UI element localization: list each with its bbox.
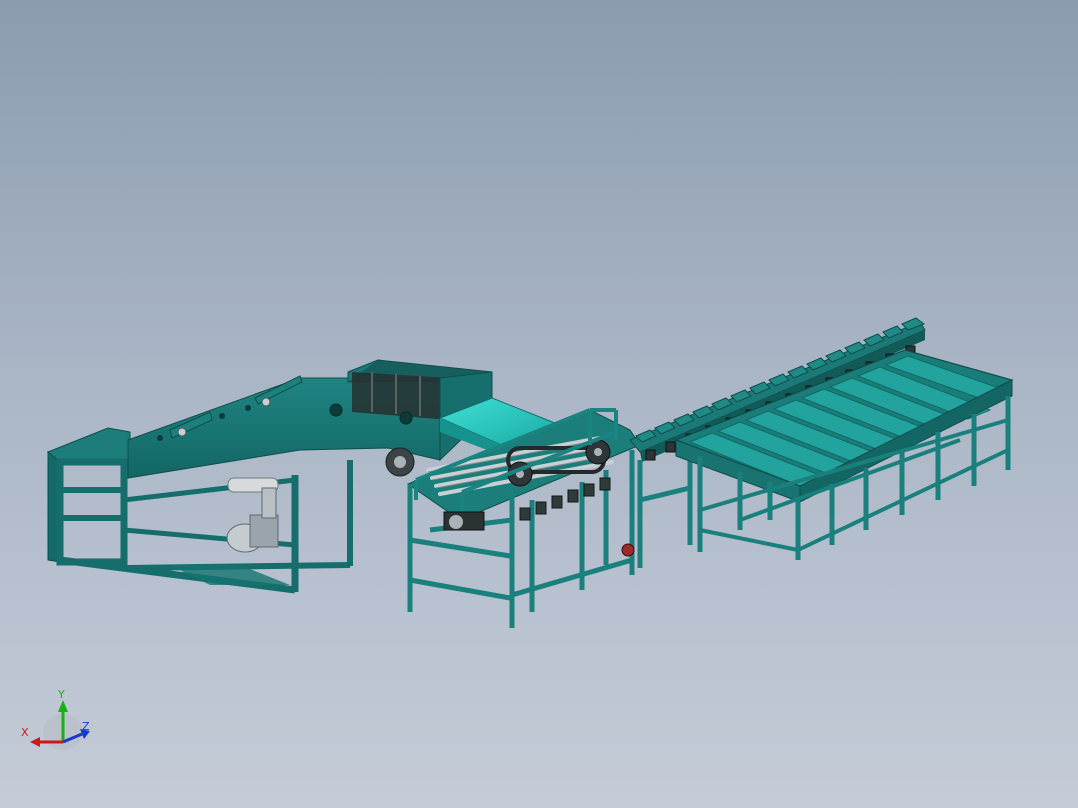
inclined-elevator — [127, 359, 493, 479]
cad-viewport[interactable]: X Y Z — [0, 0, 1078, 808]
conveyor-line-model — [30, 317, 1014, 750]
coordinate-triad — [30, 700, 90, 750]
grading-tables — [674, 349, 1014, 560]
